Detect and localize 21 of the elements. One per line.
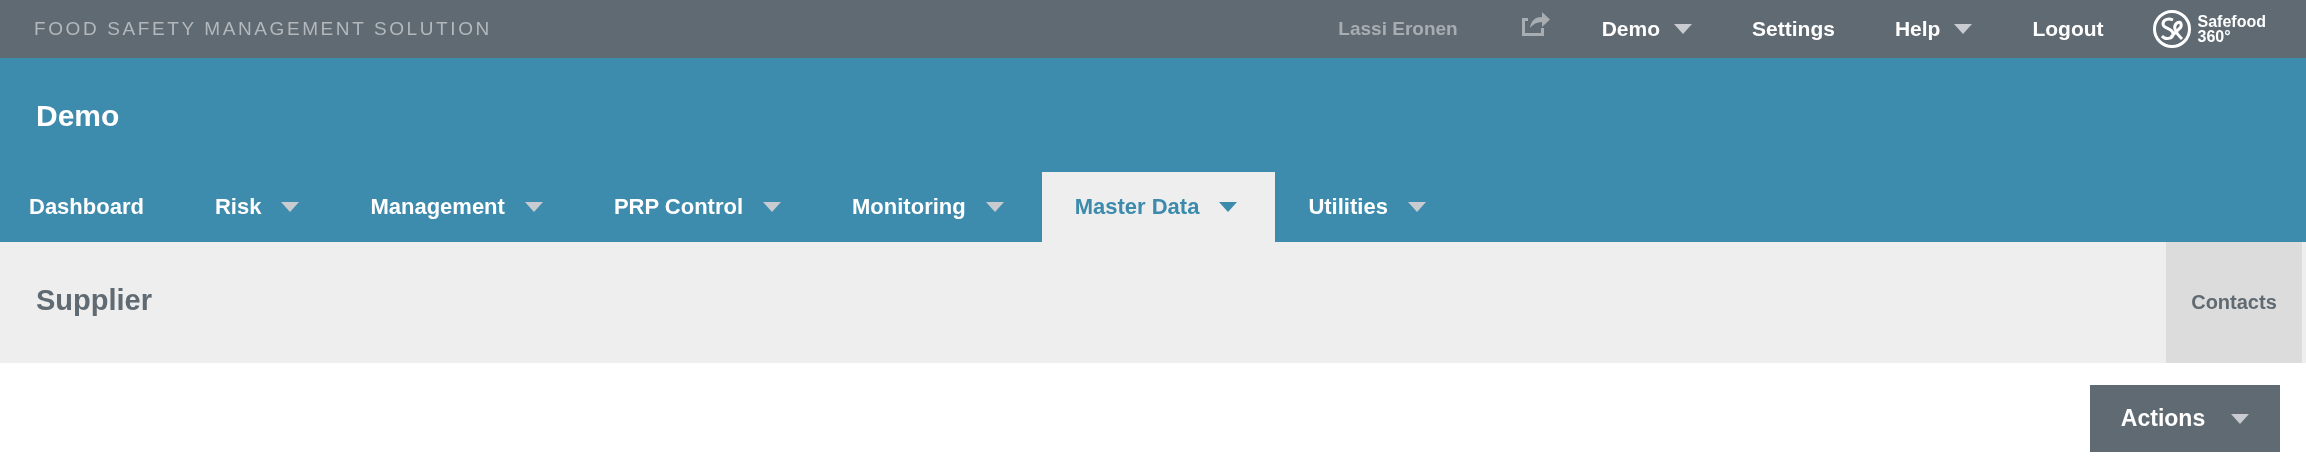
share-icon[interactable] xyxy=(1519,10,1550,36)
logo-text: Safefood 360° xyxy=(2197,14,2266,44)
top-menu-item[interactable]: Logout xyxy=(2032,17,2104,41)
nav-tab[interactable]: PRP Control xyxy=(580,172,820,242)
workspace-title: Demo xyxy=(36,99,120,133)
nav-tab[interactable]: Management xyxy=(337,172,581,242)
nav-tab[interactable]: Monitoring xyxy=(819,172,1042,242)
top-menu-item[interactable]: Help xyxy=(1894,17,1973,41)
caret-icon xyxy=(2231,413,2250,424)
nav-tab[interactable]: Dashboard xyxy=(0,172,182,242)
nav-tab[interactable]: Utilities xyxy=(1275,172,1464,242)
logo-icon xyxy=(2151,9,2192,49)
nav-tab[interactable]: Risk xyxy=(181,172,338,242)
user-name: Lassi Eronen xyxy=(1338,18,1458,40)
nav-tab[interactable]: Master Data xyxy=(1041,172,1276,242)
top-menu-item[interactable]: Settings xyxy=(1752,17,1835,41)
actions-button[interactable]: Actions xyxy=(2090,385,2280,452)
app-tagline: FOOD SAFETY MANAGEMENT SOLUTION xyxy=(34,18,493,40)
page-title: Supplier xyxy=(35,284,153,317)
top-menu-item[interactable]: Demo xyxy=(1601,17,1693,41)
contacts-tab[interactable]: Contacts xyxy=(2166,242,2302,363)
